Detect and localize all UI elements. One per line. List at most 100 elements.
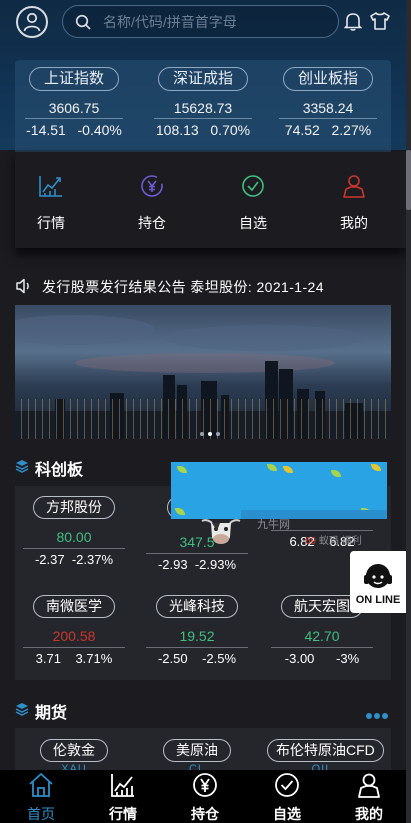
- person-icon: [358, 773, 380, 798]
- notice-ticker[interactable]: 发行股票发行结果公告 泰坦股份: 2021-1-24: [15, 276, 395, 296]
- nav-item-watchlist[interactable]: 自选: [218, 174, 288, 233]
- stock-name: 方邦股份: [33, 496, 115, 519]
- scrollbar-thumb[interactable]: [406, 150, 411, 210]
- headset-icon: [364, 564, 392, 588]
- banner-cloud: [165, 325, 365, 351]
- index-shenzhen[interactable]: 深证成指 15628.73 108.13 0.70%: [148, 60, 258, 138]
- nav-item-market[interactable]: 行情: [16, 174, 86, 233]
- stock-price: 80.00: [56, 529, 92, 545]
- home-icon: [29, 773, 53, 797]
- user-avatar-button[interactable]: [16, 6, 48, 38]
- user-icon: [23, 12, 41, 32]
- stock-name: 南微医学: [33, 595, 115, 618]
- stock-change: -2.93 -2.93%: [142, 553, 252, 572]
- ad-leaf: [175, 508, 185, 515]
- person-icon: [343, 175, 365, 198]
- check-circle-icon: [242, 175, 264, 197]
- section-title: 科创板: [35, 462, 84, 479]
- shirt-icon[interactable]: [369, 11, 391, 31]
- ad-subcaption: 69 蚁玛 福利: [305, 532, 362, 547]
- nav-label: 自选: [239, 215, 267, 231]
- stock-change: -2.37 -2.37%: [19, 548, 129, 567]
- banner-cloud: [15, 315, 155, 345]
- search-box[interactable]: [62, 5, 339, 38]
- search-input[interactable]: [103, 12, 323, 32]
- yen-coin-icon: [193, 773, 217, 797]
- index-value: 15628.73: [173, 100, 233, 116]
- tab-label: 行情: [109, 806, 137, 822]
- tab-label: 我的: [355, 806, 383, 822]
- futures-name: 伦敦金: [40, 739, 108, 762]
- scrollbar-track[interactable]: [406, 0, 411, 823]
- tab-home[interactable]: 首页: [8, 772, 74, 823]
- index-name: 深证成指: [157, 67, 248, 91]
- stock-price: 19.52: [179, 628, 215, 644]
- yen-coin-icon: [141, 175, 163, 197]
- tab-mine[interactable]: 我的: [336, 772, 402, 823]
- tab-holdings[interactable]: 持仓: [172, 772, 238, 823]
- cow-mascot-icon: [201, 519, 241, 544]
- speaker-icon: [16, 278, 29, 294]
- stock-name: 光峰科技: [156, 595, 238, 618]
- nav-item-holdings[interactable]: 持仓: [117, 174, 187, 233]
- index-name: 创业板指: [282, 67, 373, 91]
- chart-trend-icon: [111, 774, 134, 797]
- nav-label: 我的: [340, 215, 368, 231]
- chart-trend-icon: [39, 176, 62, 197]
- stock-change: -2.50 -2.5%: [142, 647, 252, 666]
- index-shanghai[interactable]: 上证指数 3606.75 -14.51 -0.40%: [19, 60, 129, 138]
- stock-card[interactable]: 方邦股份 80.00 -2.37 -2.37%: [19, 496, 129, 567]
- index-change-value: 74.52: [284, 122, 320, 138]
- index-change-value: -14.51: [26, 122, 66, 138]
- stock-change: 3.71 3.71%: [19, 647, 129, 666]
- nav-label: 持仓: [138, 215, 166, 231]
- banner-cloud: [75, 353, 335, 373]
- ad-leaf: [177, 466, 187, 473]
- carousel-indicator[interactable]: [198, 423, 222, 439]
- online-service-button[interactable]: ON LINE: [350, 551, 406, 613]
- index-value: 3358.24: [302, 100, 354, 116]
- bell-icon[interactable]: [344, 11, 362, 31]
- section-title: 期货: [35, 705, 68, 722]
- market-index-card: 上证指数 3606.75 -14.51 -0.40% 深证成指 15628.73…: [15, 60, 391, 152]
- ad-leaf: [267, 464, 277, 471]
- index-change-value: 108.13: [155, 122, 199, 138]
- ad-text-tag: 蚁玛 福利: [318, 536, 362, 547]
- futures-card[interactable]: 美原油 CL: [142, 739, 252, 772]
- bottom-tab-bar: 首页 行情 持仓 自选 我的: [0, 770, 411, 823]
- banner-carousel[interactable]: [15, 305, 391, 439]
- futures-name: 布伦特原油CFD: [267, 739, 384, 762]
- tab-label: 首页: [27, 806, 55, 822]
- stock-card[interactable]: 光峰科技 19.52 -2.50 -2.5%: [142, 595, 252, 666]
- notice-text: 发行股票发行结果公告 泰坦股份: 2021-1-24: [42, 279, 324, 295]
- online-label: ON LINE: [355, 594, 401, 606]
- nav-item-mine[interactable]: 我的: [319, 174, 389, 233]
- more-dots-icon[interactable]: [366, 706, 390, 724]
- stock-change: -3.00 -3%: [267, 647, 377, 666]
- check-circle-icon: [275, 773, 299, 797]
- ad-leaf: [371, 464, 381, 471]
- nav-label: 行情: [37, 215, 65, 231]
- tab-label: 自选: [273, 806, 301, 822]
- ad-caption: 九牛网: [257, 516, 385, 532]
- search-icon: [75, 14, 91, 30]
- index-change-percent: -0.40%: [77, 122, 122, 138]
- index-change: 74.52 2.27%: [273, 118, 383, 138]
- ad-text-brand: 九牛网: [257, 519, 290, 531]
- layers-icon: [15, 460, 29, 473]
- index-change: 108.13 0.70%: [148, 118, 258, 138]
- index-change: -14.51 -0.40%: [19, 118, 129, 138]
- layers-icon: [15, 703, 29, 716]
- tab-market[interactable]: 行情: [90, 772, 156, 823]
- ad-leaf: [331, 470, 341, 477]
- index-name: 上证指数: [28, 67, 119, 91]
- index-chinext[interactable]: 创业板指 3358.24 74.52 2.27%: [273, 60, 383, 138]
- futures-card[interactable]: 伦敦金 XAU: [19, 739, 129, 772]
- ad-banner[interactable]: [171, 462, 387, 519]
- futures-card[interactable]: 布伦特原油CFD OIL: [267, 739, 384, 772]
- stock-price: 42.70: [304, 628, 340, 644]
- futures-grid: 伦敦金 XAU 美原油 CL 布伦特原油CFD OIL: [15, 728, 391, 772]
- tab-watchlist[interactable]: 自选: [254, 772, 320, 823]
- stock-card[interactable]: 南微医学 200.58 3.71 3.71%: [19, 595, 129, 666]
- tab-label: 持仓: [191, 806, 219, 822]
